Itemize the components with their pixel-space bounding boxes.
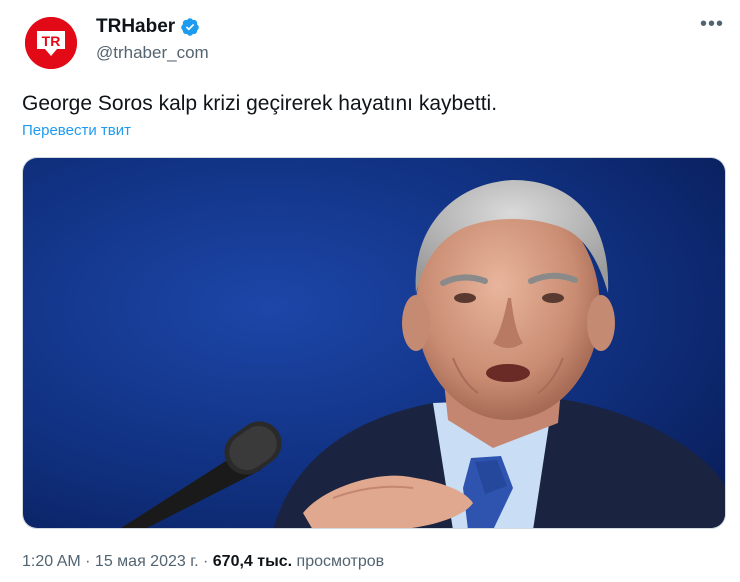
views-count: 670,4 тыс.	[212, 553, 293, 570]
tweet-meta: 1:20 AM · 15 мая 2023 г. · 670,4 тыс. пр…	[22, 553, 384, 571]
meta-separator: ·	[80, 553, 95, 570]
tweet-text: George Soros kalp krizi geçirerek hayatı…	[22, 92, 498, 115]
more-icon[interactable]: •••	[700, 14, 724, 34]
author-handle[interactable]: @trhaber_com	[96, 43, 209, 63]
tweet-time[interactable]: 1:20 AM	[22, 553, 81, 570]
views-label: просмотров	[292, 553, 385, 570]
author-name[interactable]: TRHaber	[96, 16, 175, 38]
trhaber-logo-icon: TR	[25, 17, 77, 69]
translate-tweet-link[interactable]: Перевести твит	[22, 122, 131, 139]
photo-of-elderly-man-speaking-at-microphone-icon	[23, 158, 725, 528]
verified-badge-icon	[181, 18, 199, 36]
meta-separator: ·	[198, 553, 213, 570]
tweet-date[interactable]: 15 мая 2023 г.	[95, 553, 199, 570]
author-name-row: TRHaber	[96, 16, 200, 38]
tweet-image[interactable]	[22, 157, 726, 529]
svg-text:TR: TR	[42, 33, 61, 49]
avatar[interactable]: TR	[25, 17, 77, 69]
